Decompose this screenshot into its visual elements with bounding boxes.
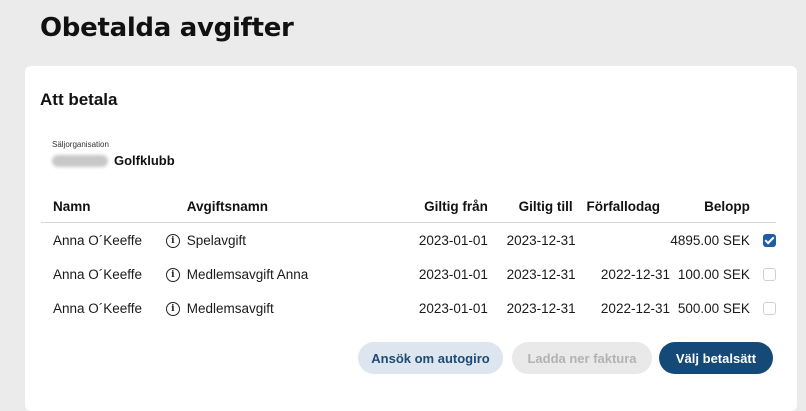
- cell-name: Anna O´Keeffe: [53, 300, 143, 316]
- fees-table: Namn Avgiftsnamn Giltig från Giltig till…: [41, 190, 776, 325]
- seller-name: Golfklubb: [52, 153, 175, 168]
- cell-fee: Spelavgift: [186, 232, 247, 248]
- table-row: Anna O´Keeffe i Medlemsavgift Anna 2023-…: [41, 257, 776, 291]
- cell-valid-to: 2023-12-31: [506, 266, 576, 282]
- row-checkbox[interactable]: [763, 234, 776, 248]
- header-valid-from: Giltig från: [405, 190, 492, 223]
- cell-amount: 100.00 SEK: [677, 266, 750, 282]
- page-title: Obetalda avgifter: [40, 13, 294, 43]
- payment-card: Att betala Säljorganisation Golfklubb Na…: [25, 66, 797, 411]
- table-row: Anna O´Keeffe i Spelavgift 2023-01-01 20…: [41, 223, 776, 258]
- cell-amount: 4895.00 SEK: [670, 232, 750, 248]
- info-icon[interactable]: i: [165, 301, 180, 316]
- cell-due: 2022-12-31: [600, 266, 670, 282]
- cell-valid-to: 2023-12-31: [506, 300, 576, 316]
- row-checkbox[interactable]: [763, 268, 776, 282]
- section-title: Att betala: [40, 90, 118, 109]
- cell-valid-to: 2023-12-31: [506, 232, 576, 248]
- seller-label: Säljorganisation: [52, 140, 109, 149]
- info-icon[interactable]: i: [165, 233, 180, 248]
- cell-fee: Medlemsavgift: [186, 300, 274, 316]
- seller-name-text: Golfklubb: [114, 153, 175, 168]
- cell-due: [576, 223, 670, 258]
- cell-amount: 500.00 SEK: [677, 300, 750, 316]
- header-valid-to: Giltig till: [491, 190, 576, 223]
- info-icon[interactable]: i: [165, 267, 180, 282]
- choose-payment-button[interactable]: Välj betalsätt: [659, 342, 773, 374]
- table-row: Anna O´Keeffe i Medlemsavgift 2023-01-01…: [41, 291, 776, 325]
- table-header-row: Namn Avgiftsnamn Giltig från Giltig till…: [41, 190, 776, 223]
- cell-valid-from: 2023-01-01: [418, 266, 488, 282]
- cell-name: Anna O´Keeffe: [53, 266, 143, 282]
- cell-valid-from: 2023-01-01: [418, 232, 488, 248]
- header-fee: Avgiftsnamn: [186, 190, 405, 223]
- header-amount: Belopp: [669, 190, 750, 223]
- redacted-text: [52, 154, 108, 167]
- header-due: Förfallodag: [575, 190, 670, 223]
- header-name: Namn: [41, 190, 170, 223]
- cell-due: 2022-12-31: [600, 300, 670, 316]
- cell-name: Anna O´Keeffe: [53, 232, 143, 248]
- row-checkbox[interactable]: [763, 302, 776, 316]
- download-invoice-button[interactable]: Ladda ner faktura: [512, 342, 652, 374]
- apply-autogiro-button[interactable]: Ansök om autogiro: [358, 342, 503, 374]
- cell-valid-from: 2023-01-01: [418, 300, 488, 316]
- cell-fee: Medlemsavgift Anna: [186, 266, 309, 282]
